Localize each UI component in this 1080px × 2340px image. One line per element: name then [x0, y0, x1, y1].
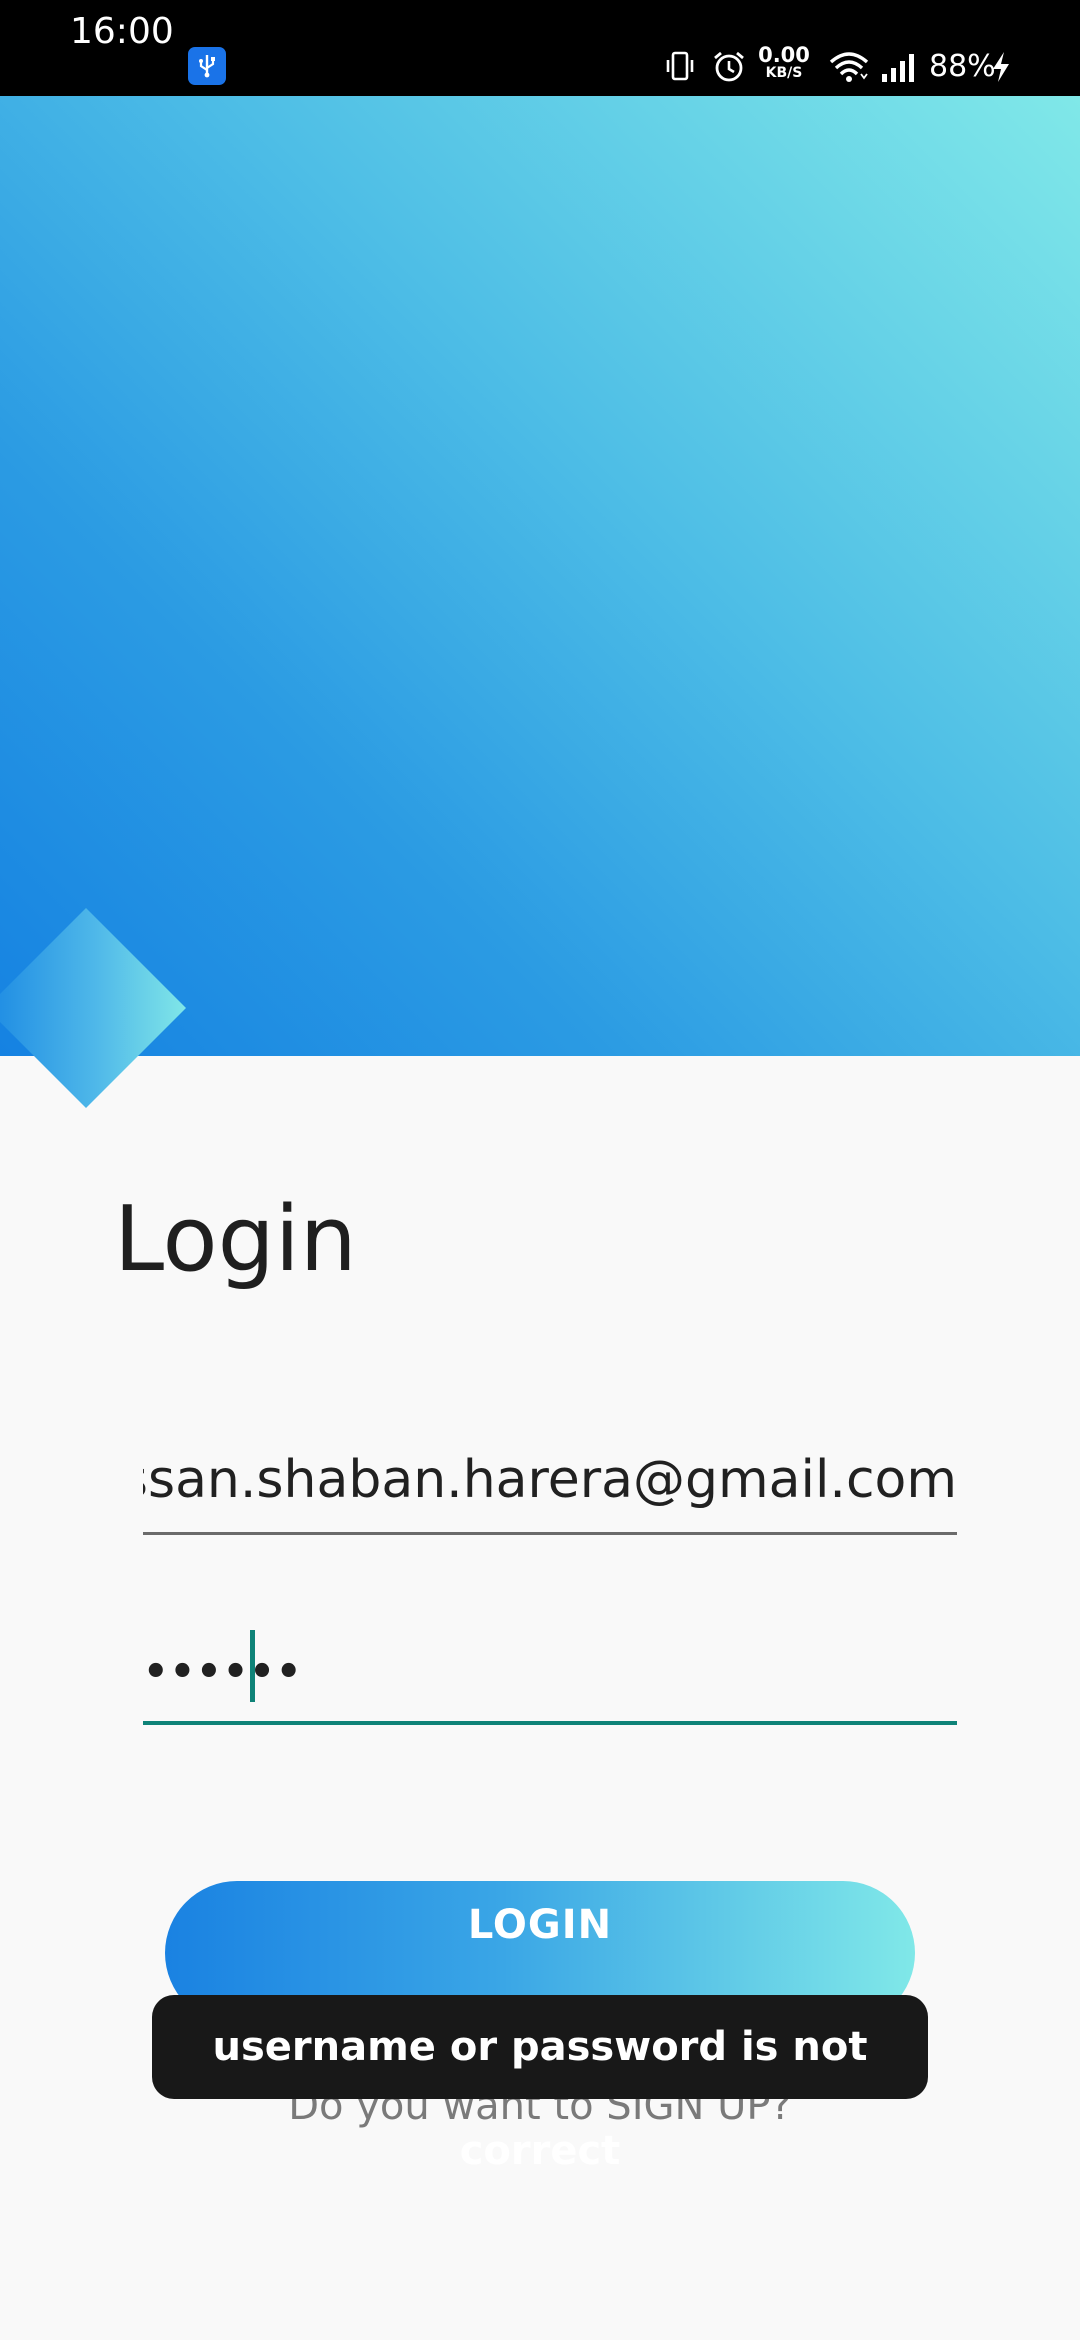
cellular-signal-icon [880, 52, 918, 89]
wifi-icon [828, 50, 870, 89]
password-input-value[interactable]: •••••• [143, 1640, 302, 1704]
network-speed-indicator: 0.00 KB/S [758, 44, 810, 80]
status-bar: 16:00 0.00 KB/S 88% [0, 0, 1080, 96]
alarm-icon [712, 50, 746, 89]
page-title: Login [114, 1187, 357, 1292]
decorative-diamond [0, 908, 186, 1108]
network-speed-value: 0.00 [758, 43, 810, 67]
network-speed-unit: KB/S [765, 65, 803, 81]
login-button-label: LOGIN [467, 1902, 613, 1948]
password-field[interactable]: •••••• [143, 1626, 957, 1725]
text-cursor [250, 1630, 255, 1702]
battery-percentage: 88% [929, 49, 996, 84]
usb-debugging-icon [188, 47, 226, 85]
vibrate-icon [664, 50, 696, 87]
error-toast: username or password is not correct [152, 1995, 928, 2174]
email-input-value[interactable]: hassan.shaban.harera@gmail.com [143, 1448, 957, 1512]
charging-icon [990, 50, 1012, 89]
status-time: 16:00 [70, 11, 174, 52]
email-field[interactable]: hassan.shaban.harera@gmail.com [143, 1440, 957, 1535]
